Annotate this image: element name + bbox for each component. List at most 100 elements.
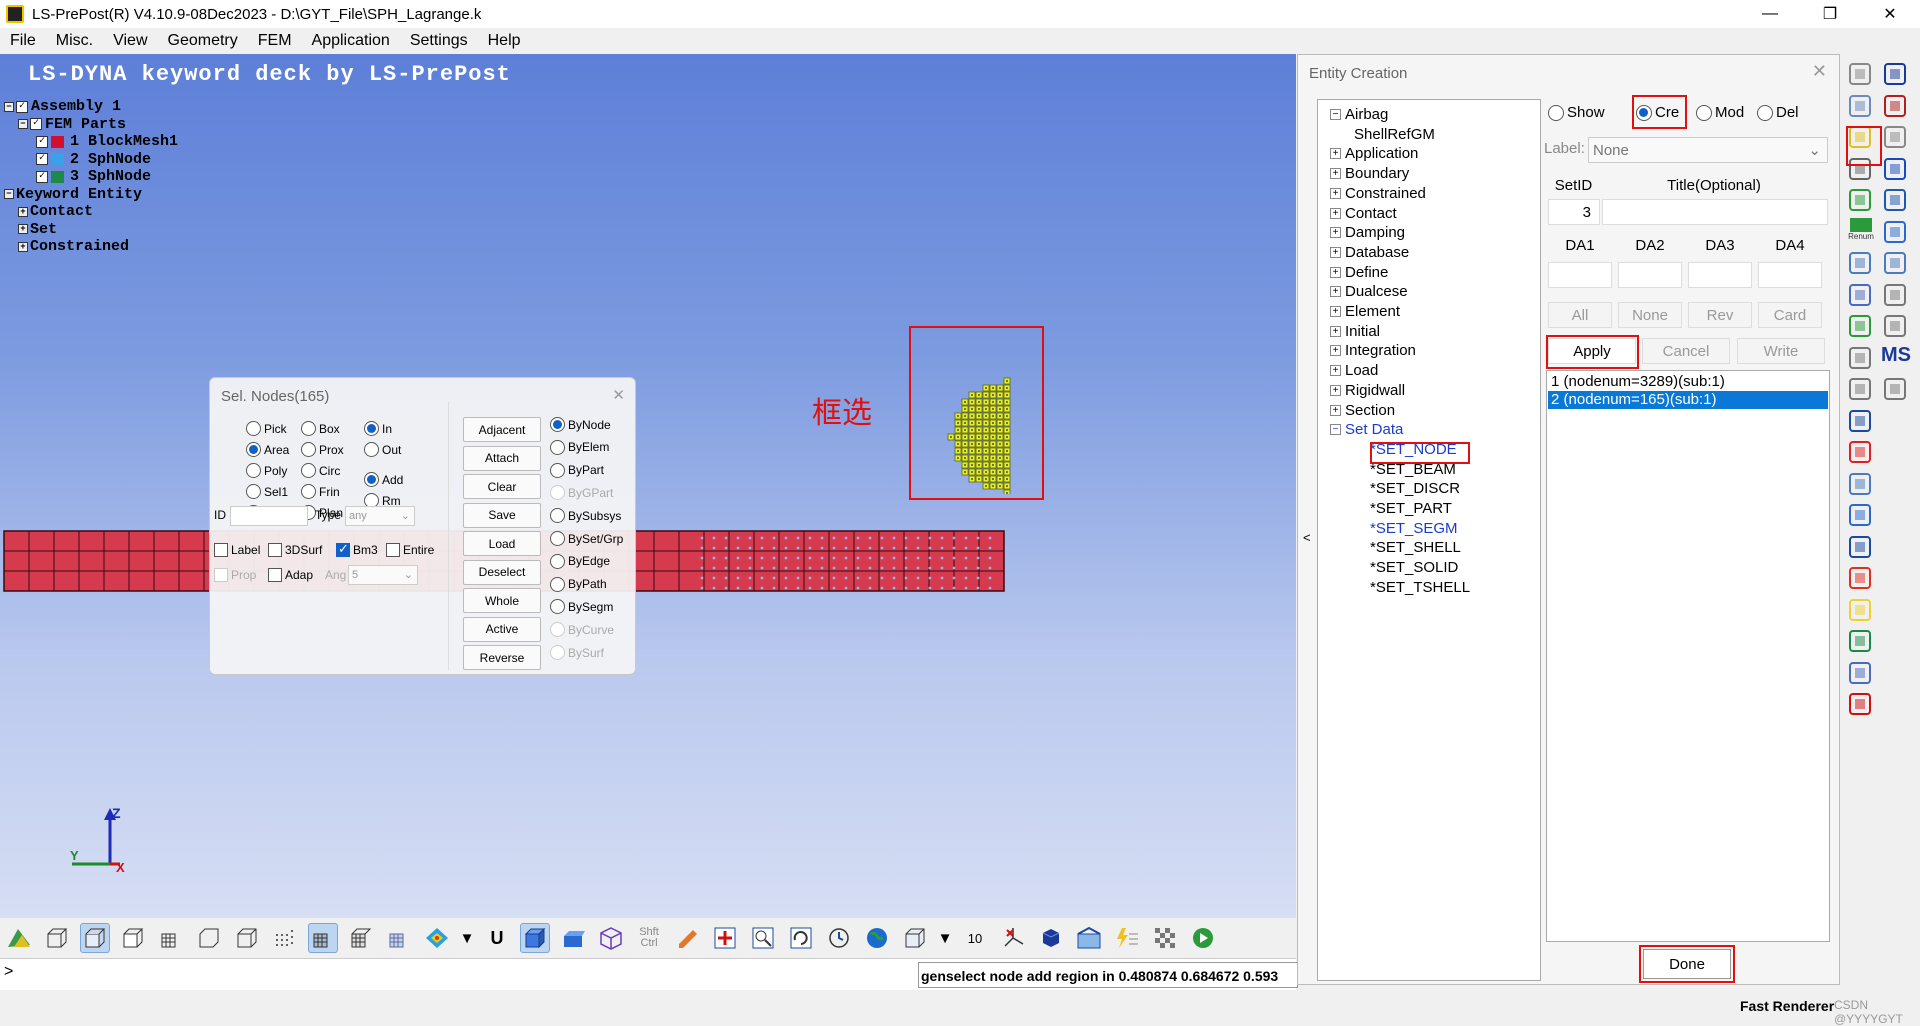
feature-line-icon[interactable] (194, 923, 224, 953)
by-byedge-radio[interactable]: ByEdge (550, 553, 610, 569)
pencil-icon[interactable] (672, 923, 702, 953)
tree-category-damping[interactable]: + Damping (1330, 224, 1405, 241)
tree-category-integration[interactable]: + Integration (1330, 342, 1416, 359)
shape-frin-radio[interactable]: Frin (301, 484, 340, 499)
none-button[interactable]: None (1618, 302, 1682, 328)
hidden-line-icon[interactable] (118, 923, 148, 953)
blue-solid-icon[interactable] (1881, 155, 1911, 185)
mode-show-radio[interactable]: Show (1548, 104, 1605, 121)
gear-small-icon[interactable] (1846, 344, 1876, 374)
deselect-button[interactable]: Deselect (463, 559, 541, 585)
tree-category-database[interactable]: + Database (1330, 244, 1409, 261)
by-byelem-radio[interactable]: ByElem (550, 439, 609, 455)
tree-category-rigidwall[interactable]: + Rigidwall (1330, 382, 1405, 399)
mesh-cube-icon[interactable] (156, 923, 186, 953)
check-list-icon[interactable] (1846, 186, 1876, 216)
shaded-mesh-icon[interactable] (308, 923, 338, 953)
menu-geometry[interactable]: Geometry (158, 32, 248, 50)
checker-icon[interactable] (1150, 923, 1180, 953)
tree-part-3[interactable]: ✓ 3 SphNode (4, 168, 178, 186)
edge-cube-icon[interactable] (232, 923, 262, 953)
graphics-viewport[interactable]: LS-DYNA keyword deck by LS-PrePost − ✓ Ass… (0, 54, 1296, 918)
tree-category-airbag[interactable]: − Airbag (1330, 106, 1388, 123)
menu-help[interactable]: Help (478, 32, 531, 50)
list-page-icon[interactable] (1881, 312, 1911, 342)
da3-input[interactable] (1688, 262, 1752, 288)
prop-checkbox[interactable]: Prop (214, 568, 256, 582)
tree-node-set-discr[interactable]: *SET_DISCR (1370, 480, 1460, 497)
menu-settings[interactable]: Settings (400, 32, 478, 50)
write-button[interactable]: Write (1737, 338, 1825, 364)
shaded-cube-icon[interactable] (80, 923, 110, 953)
expand-icon[interactable]: + (1330, 384, 1341, 396)
table-icon[interactable] (1881, 249, 1911, 279)
rotate-view-icon[interactable] (786, 923, 816, 953)
tree-tool-icon[interactable] (1846, 627, 1876, 657)
label-select[interactable]: None ⌄ (1588, 137, 1828, 163)
block-blue-icon[interactable] (558, 923, 588, 953)
mode-mod-radio[interactable]: Mod (1696, 104, 1744, 121)
entity-close-icon[interactable]: ✕ (1812, 61, 1827, 82)
by-bycurve-radio[interactable]: ByCurve (550, 622, 614, 638)
by-bysegm-radio[interactable]: BySegm (550, 599, 613, 615)
dot-cube-icon[interactable] (270, 923, 300, 953)
menu-view[interactable]: View (103, 32, 157, 50)
set-list-item[interactable]: 2 (nodenum=165)(sub:1) (1548, 391, 1828, 409)
pick-sel1-radio[interactable]: Sel1 (246, 484, 288, 499)
menu-misc[interactable]: Misc. (46, 32, 103, 50)
copy-shapes-icon[interactable] (1846, 92, 1876, 122)
menu-fem[interactable]: FEM (248, 32, 302, 50)
expand-icon[interactable]: + (1330, 325, 1341, 337)
addrm-add-radio[interactable]: Add (364, 472, 403, 487)
rotate-icon[interactable] (824, 923, 854, 953)
tree-node-set-segm[interactable]: *SET_SEGM (1370, 520, 1458, 537)
reverse-button[interactable]: Reverse (463, 645, 541, 670)
expand-icon[interactable]: + (1330, 168, 1341, 180)
pick-pick-radio[interactable]: Pick (246, 421, 287, 436)
pick-poly-radio[interactable]: Poly (246, 463, 287, 478)
view-cube-icon[interactable] (900, 923, 930, 953)
shape-circ-radio[interactable]: Circ (301, 463, 340, 478)
tree-constrained[interactable]: + Constrained (4, 238, 178, 256)
globe-icon[interactable] (862, 923, 892, 953)
color-wheel-icon[interactable] (1846, 438, 1876, 468)
set-list[interactable]: 1 (nodenum=3289)(sub:1) 2 (nodenum=165)(s… (1546, 370, 1830, 942)
layers-icon[interactable] (1846, 281, 1876, 311)
setid-input[interactable]: 3 (1548, 199, 1600, 225)
grid-cube-icon[interactable] (346, 923, 376, 953)
tree-category-define[interactable]: + Define (1330, 264, 1388, 281)
zoom-icon[interactable] (748, 923, 778, 953)
gears-icon[interactable] (1846, 60, 1876, 90)
da4-input[interactable] (1758, 262, 1822, 288)
set-list-item[interactable]: 1 (nodenum=3289)(sub:1) (1548, 373, 1828, 391)
shape-box-radio[interactable]: Box (301, 421, 340, 436)
tree-set[interactable]: + Set (4, 221, 178, 239)
clear-button[interactable]: Clear (463, 474, 541, 499)
tree-category-boundary[interactable]: + Boundary (1330, 165, 1409, 182)
axes-icon[interactable] (998, 923, 1028, 953)
by-bynode-radio[interactable]: ByNode (550, 417, 611, 432)
tree-part-1[interactable]: ✓ 1 BlockMesh1 (4, 133, 178, 151)
by-bygpart-radio[interactable]: ByGPart (550, 485, 613, 501)
blue-block-icon[interactable] (1881, 186, 1911, 216)
pick-area-radio[interactable]: Area (246, 442, 289, 457)
tree-category-element[interactable]: + Element (1330, 303, 1400, 320)
cancel-button[interactable]: Cancel (1642, 338, 1730, 364)
tree-node-set-shell[interactable]: *SET_SHELL (1370, 539, 1461, 556)
mode-del-radio[interactable]: Del (1757, 104, 1799, 121)
explosion-icon[interactable] (1846, 564, 1876, 594)
close-window-button[interactable]: ✕ (1860, 0, 1920, 28)
whole-button[interactable]: Whole (463, 588, 541, 613)
bm3-checkbox[interactable]: Bm3 (336, 541, 378, 557)
window-icon[interactable] (1846, 407, 1876, 437)
play-icon[interactable] (1188, 923, 1218, 953)
grid-window-icon[interactable] (1846, 533, 1876, 563)
by-bypath-radio[interactable]: ByPath (550, 576, 607, 592)
collapse-panel-arrow[interactable]: < (1303, 530, 1311, 545)
tree-category-application[interactable]: + Application (1330, 145, 1418, 162)
tree-category-set-data[interactable]: − Set Data (1330, 421, 1403, 438)
speech-bubble-icon[interactable] (1846, 501, 1876, 531)
cubes-icon[interactable] (1846, 470, 1876, 500)
node-edit-icon[interactable] (1881, 60, 1911, 90)
tree-category-contact[interactable]: + Contact (1330, 205, 1397, 222)
